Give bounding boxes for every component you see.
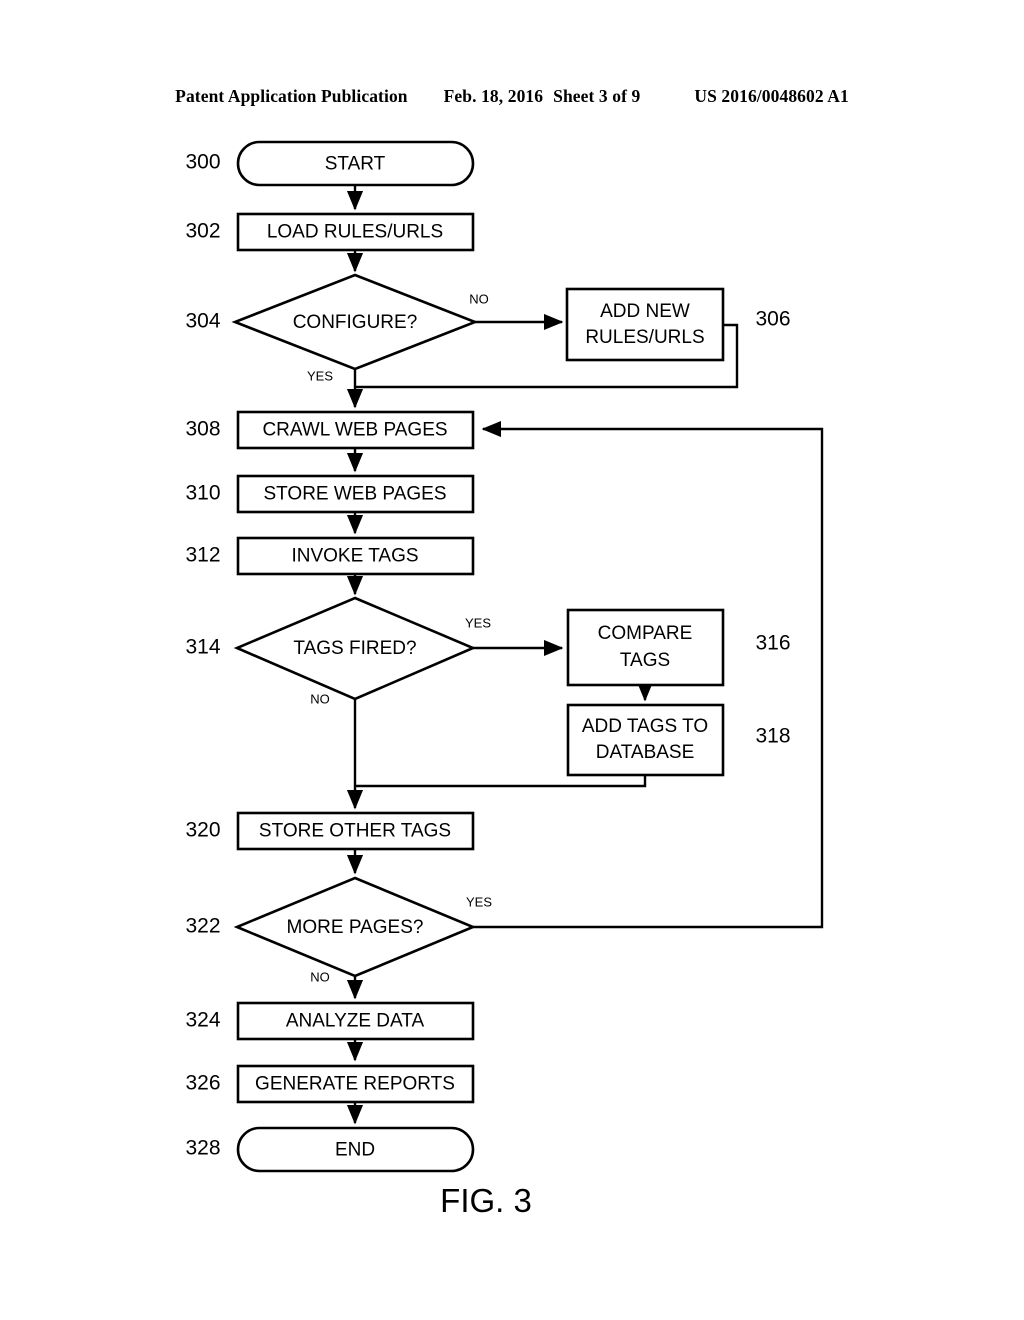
ref-number-306: 306 <box>755 308 790 331</box>
node-analyze-data[interactable]: ANALYZE DATA <box>236 1001 475 1041</box>
ref-number-304: 304 <box>185 310 220 333</box>
node-compare-tags[interactable]: COMPARE TAGS <box>566 608 725 687</box>
tags-fired-label: TAGS FIRED? <box>293 638 416 659</box>
branch-label-tags-fired-no: NO <box>310 691 330 706</box>
branch-label-more-pages-yes: YES <box>466 894 492 909</box>
ref-number-320: 320 <box>185 819 220 842</box>
ref-number-322: 322 <box>185 915 220 938</box>
store-other-tags-label: STORE OTHER TAGS <box>259 821 451 842</box>
branch-label-configure-yes: YES <box>307 368 333 383</box>
node-add-new-rules-urls[interactable]: ADD NEW RULES/URLS <box>565 287 725 362</box>
add-tags-to-database-label-line1: ADD TAGS TO <box>582 716 708 737</box>
invoke-tags-label: INVOKE TAGS <box>291 546 418 567</box>
store-web-pages-label: STORE WEB PAGES <box>263 484 446 505</box>
analyze-data-label: ANALYZE DATA <box>286 1011 425 1032</box>
branch-label-configure-no: NO <box>469 291 489 306</box>
node-load-rules-urls[interactable]: LOAD RULES/URLS <box>236 212 475 252</box>
generate-reports-label: GENERATE REPORTS <box>255 1074 455 1095</box>
node-crawl-web-pages[interactable]: CRAWL WEB PAGES <box>236 410 475 450</box>
ref-number-308: 308 <box>185 418 220 441</box>
node-tags-fired-decision[interactable]: TAGS FIRED? <box>233 596 477 701</box>
start-label: START <box>325 154 386 175</box>
ref-number-300: 300 <box>185 151 220 174</box>
load-rules-urls-label: LOAD RULES/URLS <box>267 222 443 243</box>
ref-number-316: 316 <box>755 632 790 655</box>
crawl-web-pages-label: CRAWL WEB PAGES <box>262 420 447 441</box>
compare-tags-label-line1: COMPARE <box>598 623 693 644</box>
ref-number-328: 328 <box>185 1137 220 1160</box>
more-pages-label: MORE PAGES? <box>287 917 424 938</box>
ref-number-326: 326 <box>185 1072 220 1095</box>
edge-addtags-return-to-storeother <box>355 775 647 788</box>
compare-tags-box <box>566 608 725 687</box>
node-store-web-pages[interactable]: STORE WEB PAGES <box>236 474 475 514</box>
ref-number-312: 312 <box>185 544 220 567</box>
patent-figure-page: Patent Application Publication Feb. 18, 2… <box>0 0 1024 1320</box>
ref-number-318: 318 <box>755 725 790 748</box>
node-store-other-tags[interactable]: STORE OTHER TAGS <box>236 811 475 851</box>
add-tags-to-database-label-line2: DATABASE <box>596 742 695 763</box>
node-more-pages-decision[interactable]: MORE PAGES? <box>233 876 477 978</box>
node-generate-reports[interactable]: GENERATE REPORTS <box>236 1064 475 1104</box>
node-add-tags-to-database[interactable]: ADD TAGS TO DATABASE <box>566 703 725 777</box>
flowchart-diagram: START 300 LOAD RULES/URLS 302 CONFIGURE?… <box>185 140 824 1173</box>
node-configure-decision[interactable]: CONFIGURE? <box>231 273 479 371</box>
node-start[interactable]: START <box>236 140 475 187</box>
node-invoke-tags[interactable]: INVOKE TAGS <box>236 536 475 576</box>
ref-number-302: 302 <box>185 220 220 243</box>
node-end[interactable]: END <box>236 1126 475 1173</box>
add-new-rules-urls-box <box>565 287 725 362</box>
ref-number-314: 314 <box>185 636 220 659</box>
add-new-rules-urls-label-line2: RULES/URLS <box>585 327 704 348</box>
figure-caption: FIG. 3 <box>440 1182 532 1219</box>
branch-label-tags-fired-yes: YES <box>465 615 491 630</box>
ref-number-310: 310 <box>185 482 220 505</box>
configure-label: CONFIGURE? <box>293 312 418 333</box>
ref-number-324: 324 <box>185 1009 220 1032</box>
compare-tags-label-line2: TAGS <box>620 650 670 671</box>
add-new-rules-urls-label-line1: ADD NEW <box>600 301 690 322</box>
end-label: END <box>335 1140 375 1161</box>
branch-label-more-pages-no: NO <box>310 969 330 984</box>
